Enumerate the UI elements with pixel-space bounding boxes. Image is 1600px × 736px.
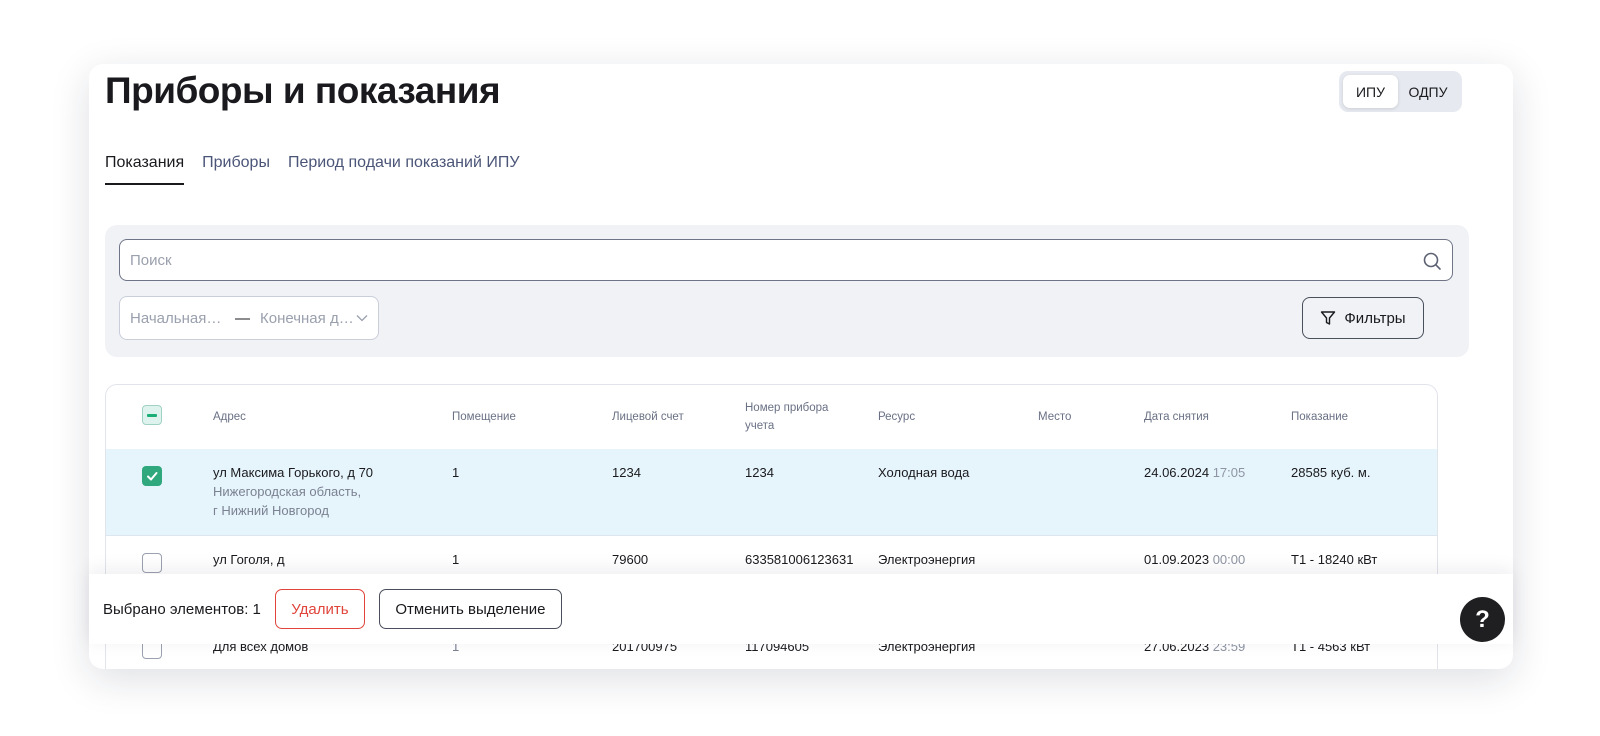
col-meter-number: Номер прибора учета	[745, 402, 829, 432]
search-input[interactable]	[120, 240, 1410, 280]
search-icon[interactable]	[1422, 251, 1442, 271]
col-resource: Ресурс	[878, 411, 916, 423]
table-header: Адрес Помещение Лицевой счет Номер прибо…	[106, 385, 1437, 450]
date-end-placeholder[interactable]: Конечная дата	[260, 310, 355, 327]
meter-number-cell: 1234	[745, 465, 774, 480]
tab-submission-period[interactable]: Период подачи показаний ИПУ	[288, 154, 520, 185]
address-region: Нижегородская область,	[213, 484, 362, 499]
address-city: г Нижний Новгород	[213, 503, 329, 518]
col-place: Место	[1038, 411, 1072, 423]
help-button[interactable]: ?	[1460, 597, 1505, 642]
filters-button[interactable]: Фильтры	[1302, 297, 1424, 339]
meter-number-cell: 633581006123631	[745, 552, 854, 567]
tab-devices[interactable]: Приборы	[202, 154, 270, 185]
table-row[interactable]: ул Максима Горького, д 70 Нижегородская …	[106, 449, 1437, 536]
resource-cell: Электроэнергия	[878, 552, 976, 567]
tabs: Показания Приборы Период подачи показани…	[105, 154, 520, 185]
address-street: ул Максима Горького, д 70	[213, 465, 374, 480]
date-value: 01.09.2023	[1144, 552, 1210, 567]
row-checkbox[interactable]	[142, 466, 162, 486]
search-box	[119, 239, 1453, 281]
account-cell: 79600	[612, 552, 649, 567]
room-cell: 1	[452, 552, 460, 567]
page-title: Приборы и показания	[105, 70, 501, 111]
date-start-placeholder[interactable]: Начальная дата	[130, 310, 225, 327]
reading-cell: Т1 - 18240 кВт	[1291, 552, 1378, 567]
delete-button[interactable]: Удалить	[274, 589, 365, 629]
cancel-selection-button[interactable]: Отменить выделение	[378, 589, 562, 629]
account-cell: 1234	[612, 465, 641, 480]
address-cell: ул Максима Горького, д 70 Нижегородская …	[213, 463, 433, 520]
filter-panel: Начальная дата — Конечная дата Фильтры	[105, 225, 1469, 357]
col-address: Адрес	[213, 411, 246, 423]
date-range-picker[interactable]: Начальная дата — Конечная дата	[119, 296, 379, 340]
toggle-ipu[interactable]: ИПУ	[1343, 75, 1398, 108]
date-value: 24.06.2024	[1144, 465, 1210, 480]
col-reading: Показание	[1291, 411, 1349, 423]
selected-count: Выбрано элементов: 1	[103, 600, 261, 618]
date-cell: 24.06.2024 17:05	[1144, 463, 1245, 482]
date-cell: 01.09.2023 00:00	[1144, 550, 1245, 569]
meter-type-toggle: ИПУ ОДПУ	[1339, 71, 1462, 112]
room-cell: 1	[452, 465, 460, 480]
time-value: 00:00	[1212, 552, 1246, 567]
selection-bar: Выбрано элементов: 1 Удалить Отменить вы…	[89, 574, 1513, 644]
col-date: Дата снятия	[1144, 411, 1209, 423]
filter-icon	[1321, 311, 1336, 325]
select-all-checkbox[interactable]	[142, 405, 162, 425]
check-icon	[147, 472, 158, 481]
chevron-down-icon[interactable]	[356, 312, 368, 324]
row-checkbox[interactable]	[142, 553, 162, 573]
filters-button-label: Фильтры	[1344, 309, 1406, 327]
col-room: Помещение	[452, 411, 516, 423]
col-account: Лицевой счет	[612, 411, 684, 423]
toggle-odpu[interactable]: ОДПУ	[1398, 75, 1458, 108]
reading-cell: 28585 куб. м.	[1291, 465, 1371, 480]
address-street: ул Гоголя, д	[213, 552, 285, 567]
resource-cell: Холодная вода	[878, 465, 970, 480]
tab-readings[interactable]: Показания	[105, 154, 185, 185]
date-separator: —	[235, 309, 250, 327]
time-value: 17:05	[1212, 465, 1246, 480]
